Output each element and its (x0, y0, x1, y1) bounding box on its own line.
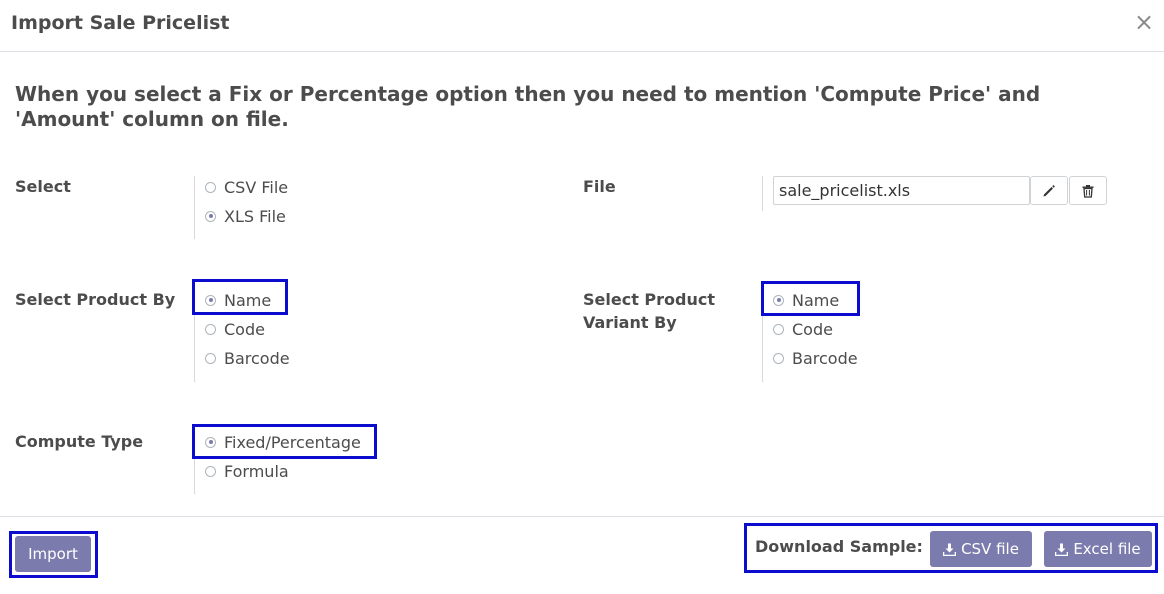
file-label: File (583, 177, 616, 196)
select-label: Select (15, 177, 71, 196)
radio-button[interactable] (773, 323, 784, 335)
radio-label: XLS File (224, 206, 286, 226)
product-by-label: Select Product By (15, 290, 176, 309)
radio-variant-barcode[interactable]: Barcode (773, 346, 858, 370)
dialog-title: Import Sale Pricelist (11, 12, 230, 34)
radio-formula[interactable]: Formula (205, 459, 289, 483)
highlight-box (192, 279, 288, 315)
dialog-header: Import Sale Pricelist × (0, 0, 1164, 52)
file-name-field[interactable]: sale_pricelist.xls (773, 176, 1030, 205)
import-sale-pricelist-dialog: Import Sale Pricelist × When you select … (0, 0, 1164, 594)
field-divider (762, 176, 763, 211)
radio-button[interactable] (205, 181, 216, 193)
field-divider (194, 176, 195, 239)
radio-button[interactable] (205, 323, 216, 335)
radio-label: Barcode (224, 348, 290, 368)
highlight-box (744, 523, 1158, 573)
radio-xls-file[interactable]: XLS File (205, 204, 286, 228)
radio-label: Code (792, 319, 833, 339)
compute-type-label: Compute Type (15, 432, 144, 451)
close-icon: × (1133, 8, 1155, 36)
delete-file-button[interactable] (1069, 176, 1107, 205)
radio-product-code[interactable]: Code (205, 317, 265, 341)
radio-label: Formula (224, 461, 289, 481)
highlight-box (192, 424, 377, 459)
radio-label: Barcode (792, 348, 858, 368)
highlight-box (9, 531, 98, 578)
notice-text: When you select a Fix or Percentage opti… (15, 82, 1041, 131)
radio-variant-code[interactable]: Code (773, 317, 833, 341)
trash-icon (1082, 184, 1094, 198)
radio-product-barcode[interactable]: Barcode (205, 346, 290, 370)
footer-divider (0, 516, 1164, 517)
variant-by-label-line1: Select Product (583, 290, 715, 309)
highlight-box (761, 281, 860, 316)
radio-csv-file[interactable]: CSV File (205, 175, 288, 199)
radio-button[interactable] (773, 352, 784, 364)
pencil-icon (1043, 184, 1055, 196)
radio-button[interactable] (205, 352, 216, 364)
radio-button[interactable] (205, 465, 216, 477)
radio-label: CSV File (224, 177, 289, 197)
variant-by-label-line2: Variant By (583, 313, 677, 332)
radio-label: Code (224, 319, 265, 339)
edit-file-button[interactable] (1030, 176, 1068, 205)
radio-button-checked[interactable] (205, 210, 216, 222)
close-button[interactable]: × (1133, 9, 1155, 35)
